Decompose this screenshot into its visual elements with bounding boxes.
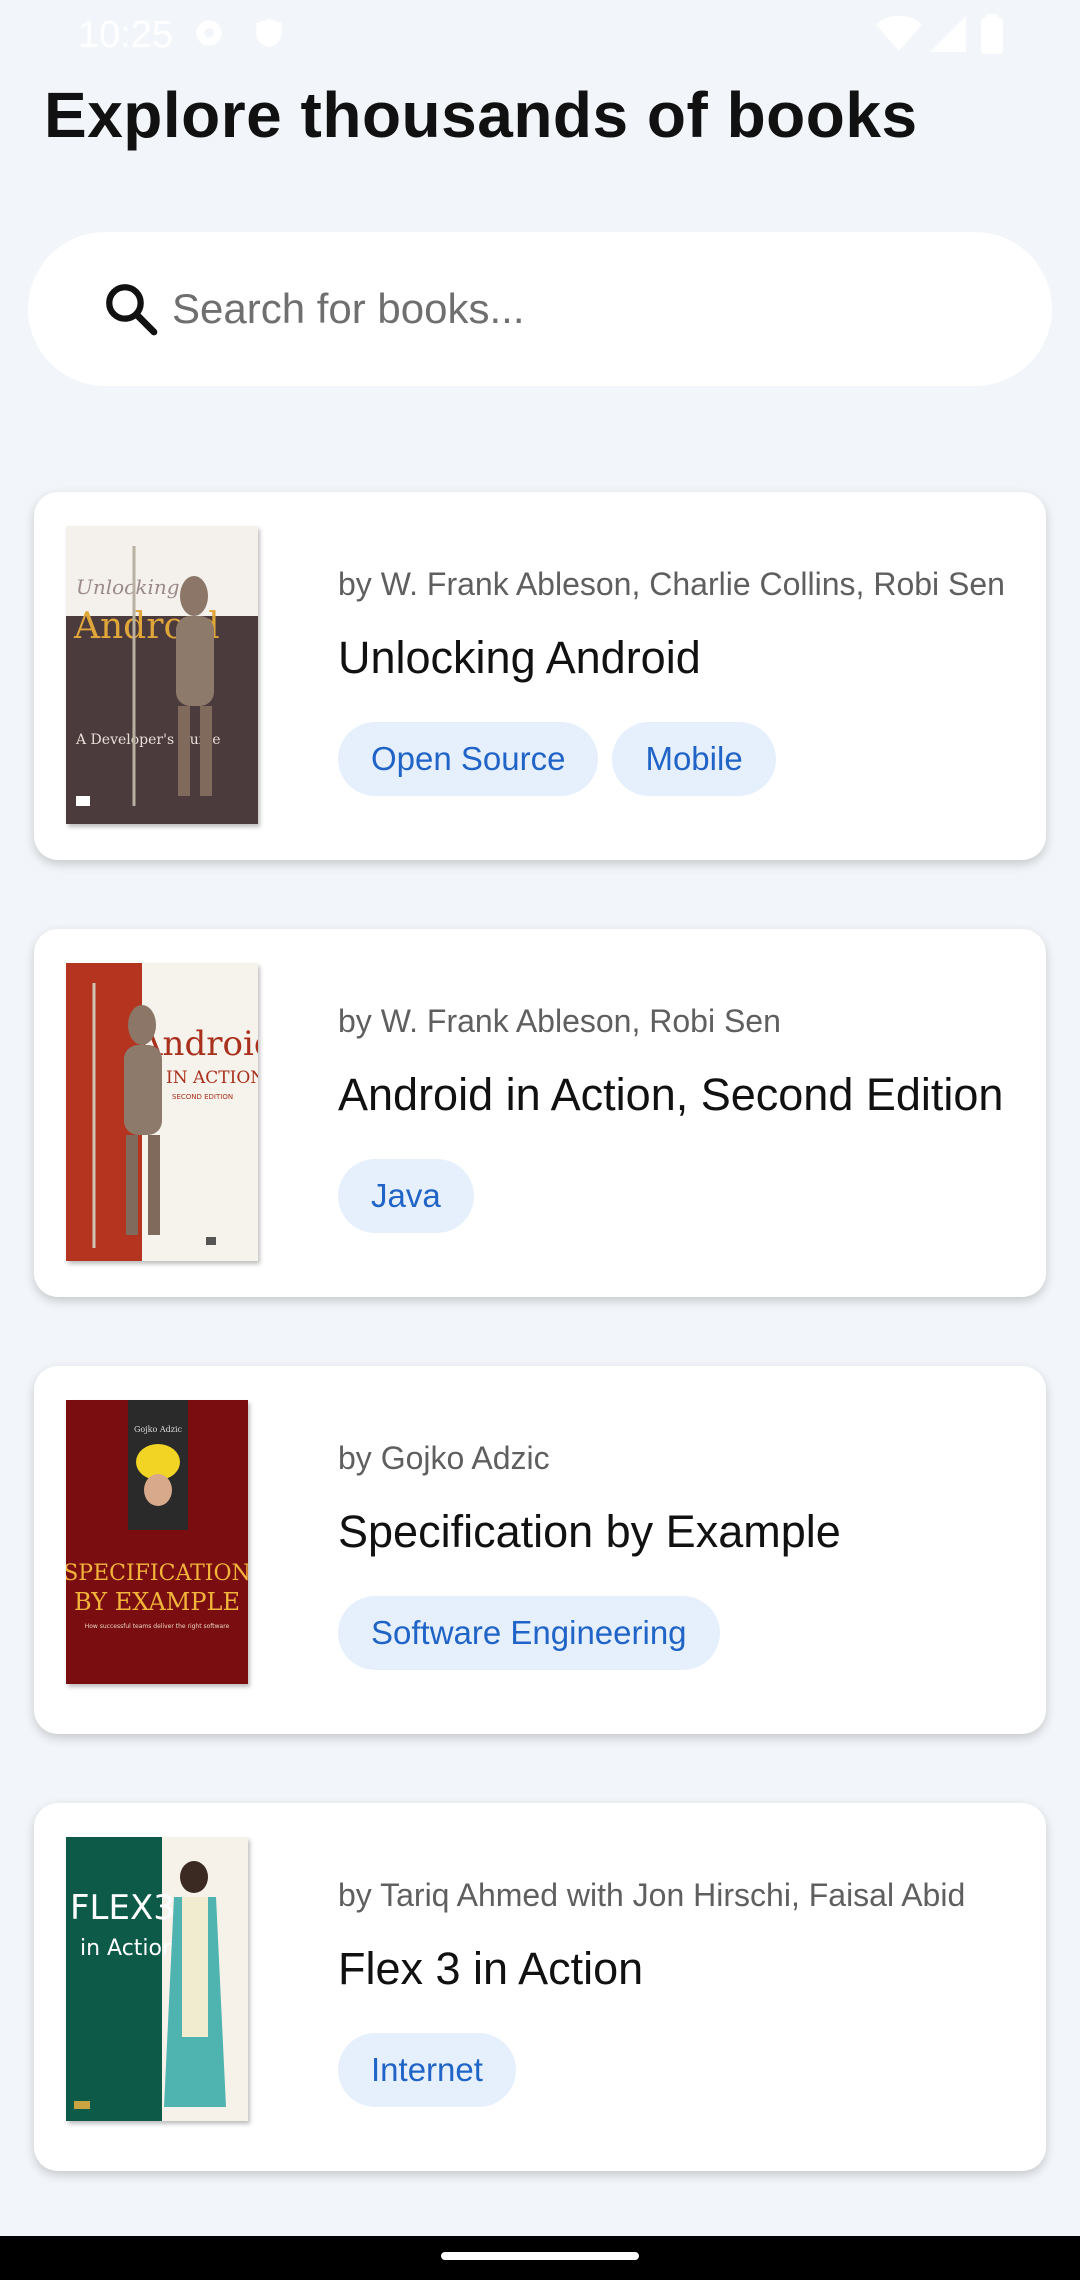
book-card[interactable]: Unlocking Android A Developer's Guide by… [34, 492, 1046, 860]
tag-chip[interactable]: Software Engineering [338, 1596, 720, 1670]
cover-main-text: SPECIFICATION [66, 1561, 248, 1586]
book-authors: by W. Frank Ableson, Robi Sen [338, 1003, 781, 1039]
shield-icon [256, 18, 282, 48]
book-title: Unlocking Android [338, 632, 701, 683]
cover-edition: SECOND EDITION [172, 1093, 233, 1101]
book-authors: by Gojko Adzic [338, 1440, 550, 1476]
book-authors: by W. Frank Ableson, Charlie Collins, Ro… [338, 566, 1005, 602]
tag-chip[interactable]: Java [338, 1159, 474, 1233]
home-indicator[interactable] [441, 2252, 639, 2260]
cover-main-text: FLEX3 [70, 1888, 175, 1928]
book-card[interactable]: Android IN ACTION SECOND EDITION by W. F… [34, 929, 1046, 1297]
cover-top-text: Unlocking [76, 575, 180, 599]
book-tags: Internet [338, 2033, 516, 2107]
book-cover: FLEX3 in Action [66, 1837, 248, 2121]
book-cover: Android IN ACTION SECOND EDITION [66, 963, 258, 1261]
book-cover: Gojko Adzic SPECIFICATION BY EXAMPLE How… [66, 1400, 248, 1684]
cover-sub-text: IN ACTION [166, 1068, 258, 1088]
tag-chip[interactable]: Mobile [612, 722, 776, 796]
book-cover-art: Gojko Adzic SPECIFICATION BY EXAMPLE How… [66, 1400, 248, 1684]
wifi-icon [876, 15, 922, 52]
battery-icon [981, 14, 1003, 54]
signal-icon [930, 16, 966, 52]
book-card[interactable]: Gojko Adzic SPECIFICATION BY EXAMPLE How… [34, 1366, 1046, 1734]
book-card[interactable]: FLEX3 in Action by Tariq Ahmed with Jon … [34, 1803, 1046, 2171]
book-authors: by Tariq Ahmed with Jon Hirschi, Faisal … [338, 1877, 966, 1913]
book-cover-art: Android IN ACTION SECOND EDITION [66, 963, 258, 1261]
book-tags: Open Source Mobile [338, 722, 776, 796]
cover-sub-text: A Developer's Guide [75, 732, 221, 748]
cover-tagline: How successful teams deliver the right s… [85, 1623, 230, 1630]
status-bar: 10:25 [0, 0, 1080, 70]
book-cover: Unlocking Android A Developer's Guide [66, 526, 258, 824]
book-tags: Java [338, 1159, 474, 1233]
book-title: Android in Action, Second Edition [338, 1069, 1004, 1120]
status-time: 10:25 [78, 14, 174, 56]
book-title: Flex 3 in Action [338, 1943, 644, 1994]
cover-main-text-2: BY EXAMPLE [74, 1588, 240, 1616]
cover-sub-text: in Action [80, 1936, 176, 1961]
book-tags: Software Engineering [338, 1596, 720, 1670]
search-icon [106, 284, 158, 336]
tag-chip[interactable]: Open Source [338, 722, 599, 796]
settings-icon [196, 20, 222, 46]
page-title: Explore thousands of books [44, 79, 918, 151]
book-cover-art: Unlocking Android A Developer's Guide [66, 526, 258, 824]
cover-author: Gojko Adzic [134, 1425, 183, 1434]
book-title: Specification by Example [338, 1506, 841, 1557]
search-input[interactable] [170, 270, 1014, 348]
search-bar[interactable] [28, 232, 1052, 386]
tag-chip[interactable]: Internet [338, 2033, 516, 2107]
book-cover-art: FLEX3 in Action [66, 1837, 248, 2121]
navigation-bar [0, 2236, 1080, 2280]
